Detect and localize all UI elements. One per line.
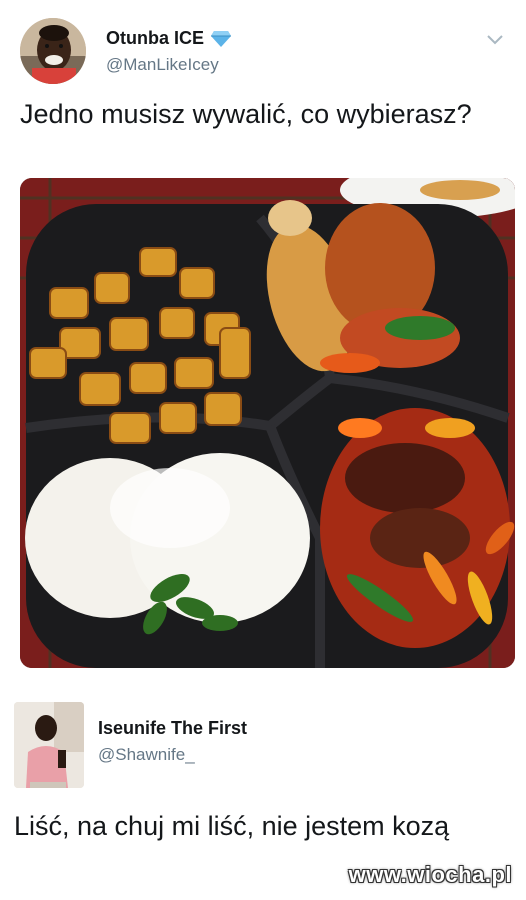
chevron-down-icon[interactable] bbox=[484, 30, 506, 48]
reply-author-names: Iseunife The First @Shawnife_ bbox=[98, 718, 247, 765]
avatar[interactable] bbox=[20, 18, 86, 84]
reply-header: Iseunife The First @Shawnife_ bbox=[14, 702, 504, 788]
tweet-photo[interactable] bbox=[20, 178, 515, 668]
reply-text: Liść, na chuj mi liść, nie jestem kozą bbox=[14, 811, 450, 841]
reply-display-name[interactable]: Iseunife The First bbox=[98, 718, 247, 739]
tweet-text: Jedno musisz wywalić, co wybierasz? bbox=[20, 99, 472, 129]
avatar-image bbox=[20, 18, 86, 84]
display-name-text: Otunba ICE bbox=[106, 28, 204, 48]
food-plate-photo bbox=[20, 178, 515, 668]
tweet-header: Otunba ICE @ManLikeIcey bbox=[20, 18, 506, 84]
author-display-name[interactable]: Otunba ICE bbox=[106, 28, 232, 49]
reply-handle[interactable]: @Shawnife_ bbox=[98, 745, 247, 765]
reply-avatar-image bbox=[14, 702, 84, 788]
author-names: Otunba ICE @ManLikeIcey bbox=[106, 28, 232, 75]
reply-avatar[interactable] bbox=[14, 702, 84, 788]
author-handle[interactable]: @ManLikeIcey bbox=[106, 55, 232, 75]
watermark: www.wiocha.pl bbox=[348, 862, 512, 887]
diamond-icon bbox=[211, 30, 231, 47]
